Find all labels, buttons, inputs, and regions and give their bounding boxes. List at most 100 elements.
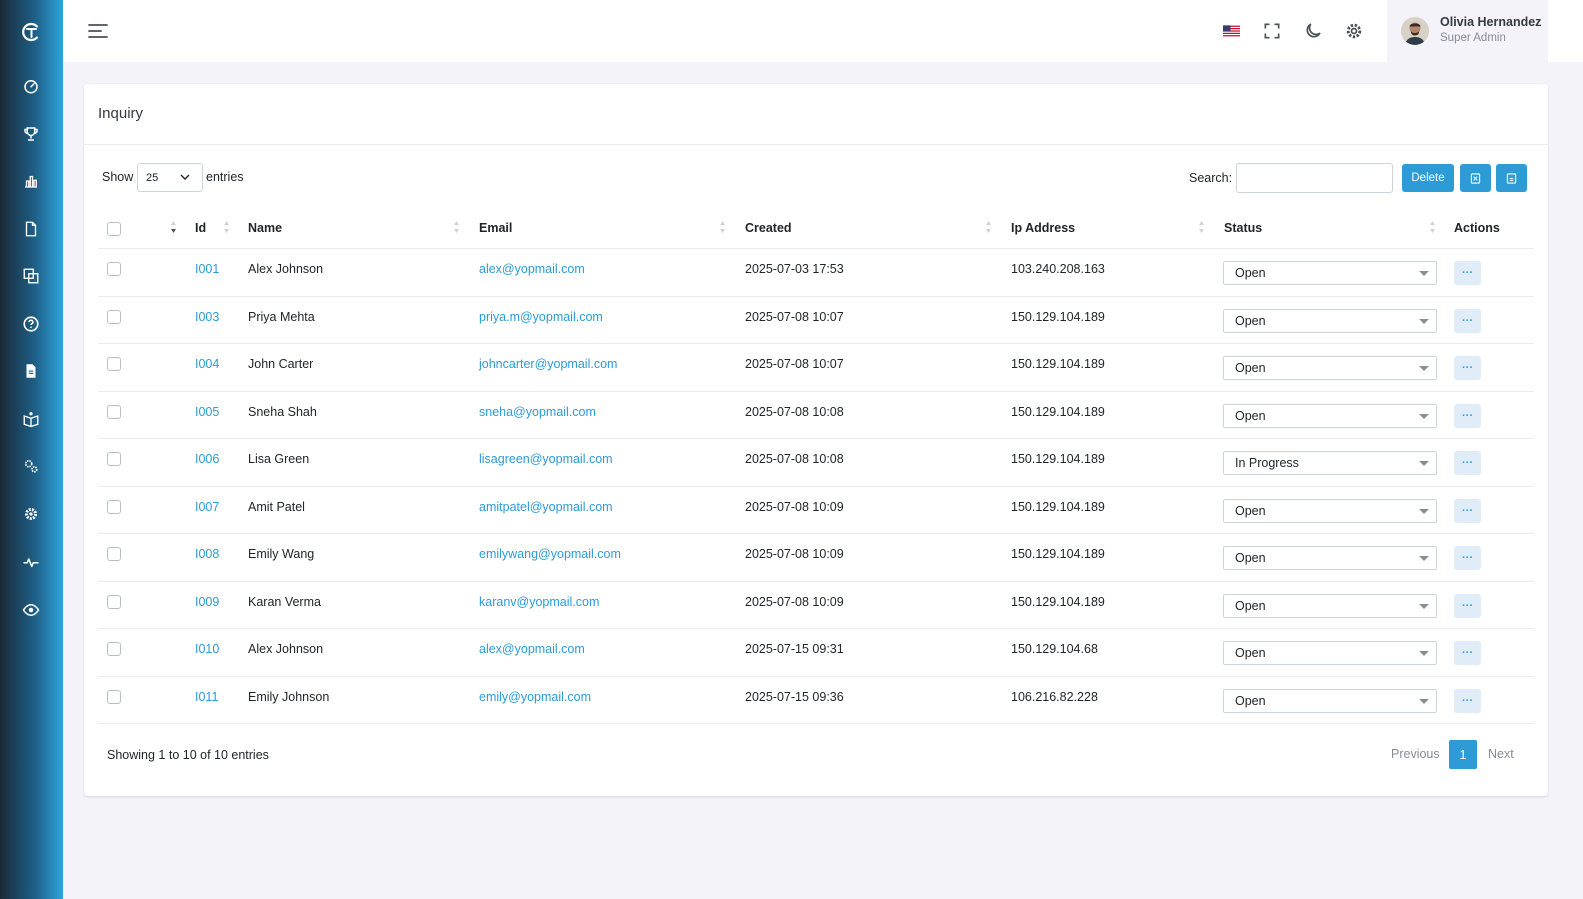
row-actions-button[interactable]: ···: [1454, 308, 1481, 333]
csv-export-button[interactable]: [1496, 164, 1527, 192]
inquiry-id-link[interactable]: I010: [195, 642, 219, 656]
row-actions-button[interactable]: ···: [1454, 688, 1481, 713]
user-menu[interactable]: Olivia Hernandez Super Admin: [1387, 0, 1548, 62]
status-select[interactable]: In Progress: [1223, 451, 1437, 475]
inquiry-email-link[interactable]: amitpatel@yopmail.com: [479, 500, 613, 514]
sort-icon[interactable]: [719, 220, 726, 234]
cogs-icon[interactable]: [21, 456, 41, 476]
sort-icon[interactable]: [1198, 220, 1205, 234]
status-select[interactable]: Open: [1223, 356, 1437, 380]
header-created[interactable]: Created: [745, 221, 792, 235]
header-status[interactable]: Status: [1224, 221, 1262, 235]
inquiry-name: Karan Verma: [248, 594, 321, 609]
pagination-page-1[interactable]: 1: [1449, 740, 1477, 769]
inquiry-ip-address: 150.129.104.189: [1011, 452, 1105, 466]
blog-icon[interactable]: [21, 361, 41, 381]
header-ip-address[interactable]: Ip Address: [1011, 221, 1075, 235]
status-select[interactable]: Open: [1223, 498, 1437, 523]
inquiry-id-link[interactable]: I005: [195, 405, 219, 419]
status-select[interactable]: Open: [1223, 546, 1437, 570]
brand-logo[interactable]: [19, 20, 43, 44]
document-icon[interactable]: [21, 219, 41, 239]
inquiry-ip-address: 150.129.104.189: [1011, 499, 1105, 514]
status-value: Open: [1235, 598, 1266, 613]
header-id[interactable]: Id: [195, 221, 206, 235]
status-value: Open: [1235, 266, 1266, 280]
translate-icon[interactable]: [21, 266, 41, 286]
row-checkbox[interactable]: [107, 357, 121, 371]
pagination-next[interactable]: Next: [1488, 747, 1514, 761]
status-select[interactable]: Open: [1223, 261, 1437, 285]
inquiry-name: John Carter: [248, 357, 314, 371]
inquiry-id-link[interactable]: I008: [195, 547, 219, 561]
open-book-icon[interactable]: [21, 409, 41, 429]
pulse-icon[interactable]: [21, 552, 41, 572]
row-checkbox[interactable]: [107, 499, 121, 514]
inquiry-email-link[interactable]: emily@yopmail.com: [479, 690, 591, 704]
status-select[interactable]: Open: [1223, 593, 1437, 618]
delete-button[interactable]: Delete: [1402, 164, 1454, 192]
status-select[interactable]: Open: [1223, 688, 1437, 713]
row-checkbox[interactable]: [107, 309, 121, 324]
sort-icon[interactable]: [170, 220, 177, 234]
inquiry-id-link[interactable]: I003: [195, 310, 219, 324]
fullscreen-icon[interactable]: [1260, 19, 1284, 43]
inquiry-id-link[interactable]: I004: [195, 357, 219, 371]
inquiry-email-link[interactable]: sneha@yopmail.com: [479, 405, 596, 419]
row-actions-button[interactable]: ···: [1454, 451, 1481, 475]
eye-icon[interactable]: [21, 600, 41, 620]
entries-length-select[interactable]: 25: [137, 163, 203, 192]
inquiry-id-link[interactable]: I011: [195, 690, 218, 704]
sort-icon[interactable]: [1429, 220, 1436, 234]
pagination-previous[interactable]: Previous: [1391, 747, 1440, 761]
settings-icon[interactable]: [21, 504, 41, 524]
inquiry-id-link[interactable]: I006: [195, 452, 219, 466]
help-circle-icon[interactable]: [21, 314, 41, 334]
header-name[interactable]: Name: [248, 221, 282, 235]
menu-icon[interactable]: [87, 21, 109, 41]
sort-icon[interactable]: [985, 220, 992, 234]
status-select[interactable]: Open: [1223, 403, 1437, 428]
row-checkbox[interactable]: [107, 404, 121, 419]
gauge-icon[interactable]: [21, 76, 41, 96]
bar-chart-icon[interactable]: [21, 171, 41, 191]
row-actions-button[interactable]: ···: [1454, 546, 1481, 570]
inquiry-id-link[interactable]: I001: [195, 262, 219, 276]
sort-icon[interactable]: [223, 220, 230, 234]
row-checkbox[interactable]: [107, 452, 121, 466]
select-all-checkbox[interactable]: [107, 222, 121, 236]
inquiry-email-link[interactable]: karanv@yopmail.com: [479, 595, 599, 609]
inquiry-created: 2025-07-08 10:09: [745, 499, 844, 514]
row-checkbox[interactable]: [107, 262, 121, 276]
inquiry-email-link[interactable]: priya.m@yopmail.com: [479, 310, 603, 324]
moon-icon[interactable]: [1301, 19, 1325, 43]
row-actions-button[interactable]: ···: [1454, 641, 1481, 665]
inquiry-id-link[interactable]: I007: [195, 500, 219, 514]
row-actions-button[interactable]: ···: [1454, 498, 1481, 523]
status-select[interactable]: Open: [1223, 308, 1437, 333]
inquiry-ip-address: 150.129.104.189: [1011, 309, 1105, 324]
header-email[interactable]: Email: [479, 221, 512, 235]
row-checkbox[interactable]: [107, 642, 121, 656]
inquiry-email-link[interactable]: alex@yopmail.com: [479, 642, 585, 656]
row-actions-button[interactable]: ···: [1454, 593, 1481, 618]
row-checkbox[interactable]: [107, 547, 121, 561]
us-flag-icon[interactable]: [1219, 19, 1243, 43]
status-select[interactable]: Open: [1223, 641, 1437, 665]
inquiry-email-link[interactable]: johncarter@yopmail.com: [479, 357, 617, 371]
trophy-icon[interactable]: [21, 124, 41, 144]
table-row: I005 Sneha Shah sneha@yopmail.com 2025-07-0…: [98, 392, 1534, 439]
inquiry-id-link[interactable]: I009: [195, 595, 219, 609]
search-input[interactable]: [1236, 163, 1393, 193]
row-checkbox[interactable]: [107, 689, 121, 704]
gear-icon[interactable]: [1342, 19, 1366, 43]
excel-export-button[interactable]: [1460, 164, 1491, 192]
row-checkbox[interactable]: [107, 594, 121, 609]
sort-icon[interactable]: [453, 220, 460, 234]
inquiry-email-link[interactable]: alex@yopmail.com: [479, 262, 585, 276]
row-actions-button[interactable]: ···: [1454, 403, 1481, 428]
inquiry-email-link[interactable]: emilywang@yopmail.com: [479, 547, 621, 561]
row-actions-button[interactable]: ···: [1454, 356, 1481, 380]
inquiry-email-link[interactable]: lisagreen@yopmail.com: [479, 452, 613, 466]
row-actions-button[interactable]: ···: [1454, 261, 1481, 285]
